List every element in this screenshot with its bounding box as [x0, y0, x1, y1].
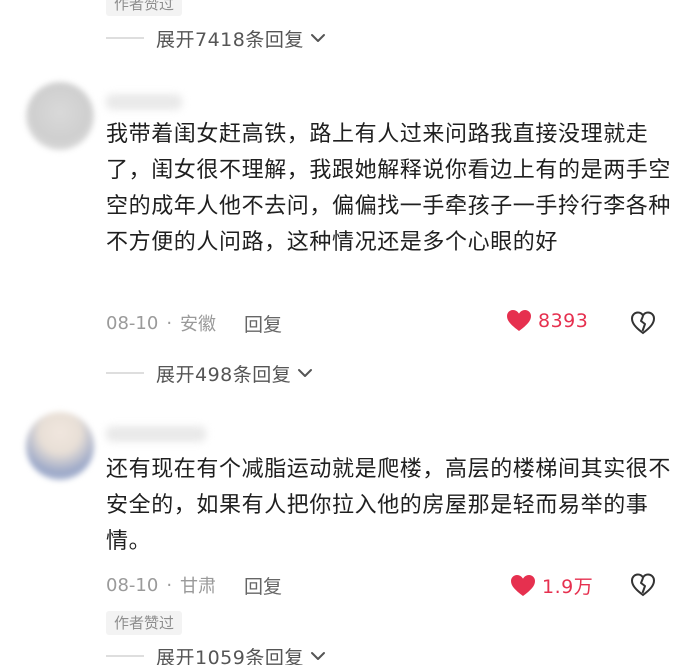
expand-divider-line	[106, 372, 144, 374]
avatar[interactable]	[26, 412, 94, 480]
expand-replies-label: 展开1059条回复	[156, 646, 304, 665]
reply-button[interactable]: 回复	[244, 572, 282, 599]
author-liked-badge: 作者赞过	[106, 611, 183, 635]
meta-separator: ·	[166, 312, 173, 334]
comment-date: 08-10	[106, 574, 159, 596]
heart-icon	[507, 310, 531, 331]
reply-button[interactable]: 回复	[244, 310, 282, 337]
username-blurred[interactable]	[106, 426, 206, 442]
chevron-down-icon	[310, 34, 325, 42]
expand-divider-line	[106, 37, 144, 39]
like-button[interactable]: 8393	[506, 309, 588, 333]
expand-replies-button[interactable]: 展开7418条回复	[106, 23, 328, 53]
meta-separator: ·	[166, 574, 173, 596]
comment-date: 08-10	[106, 312, 159, 334]
like-count: 8393	[538, 310, 589, 332]
expand-replies-label: 展开7418条回复	[156, 28, 304, 51]
comment-location: 甘肃	[180, 576, 217, 597]
broken-heart-icon[interactable]	[630, 572, 656, 598]
expand-divider-line	[106, 655, 144, 657]
username-blurred[interactable]	[106, 94, 182, 110]
comment-text: 还有现在有个减脂运动就是爬楼，高层的楼梯间其实很不安全的，如果有人把你拉入他的房…	[106, 457, 672, 554]
like-button[interactable]: 1.9万	[510, 572, 593, 599]
heart-icon	[511, 574, 535, 596]
expand-replies-label: 展开498条回复	[156, 363, 292, 386]
like-count: 1.9万	[542, 576, 594, 598]
comment-text: 我带着闺女赶高铁，路上有人过来问路我直接没理就走了，闺女很不理解，我跟她解释说你…	[106, 122, 672, 255]
expand-replies-button[interactable]: 展开1059条回复	[106, 641, 328, 665]
expand-replies-button[interactable]: 展开498条回复	[106, 358, 315, 388]
avatar[interactable]	[26, 82, 94, 150]
author-liked-badge: 作者赞过	[106, 0, 183, 16]
broken-heart-icon[interactable]	[630, 310, 656, 336]
chevron-down-icon	[310, 652, 325, 660]
comment-location: 安徽	[180, 314, 217, 335]
chevron-down-icon	[298, 369, 313, 377]
